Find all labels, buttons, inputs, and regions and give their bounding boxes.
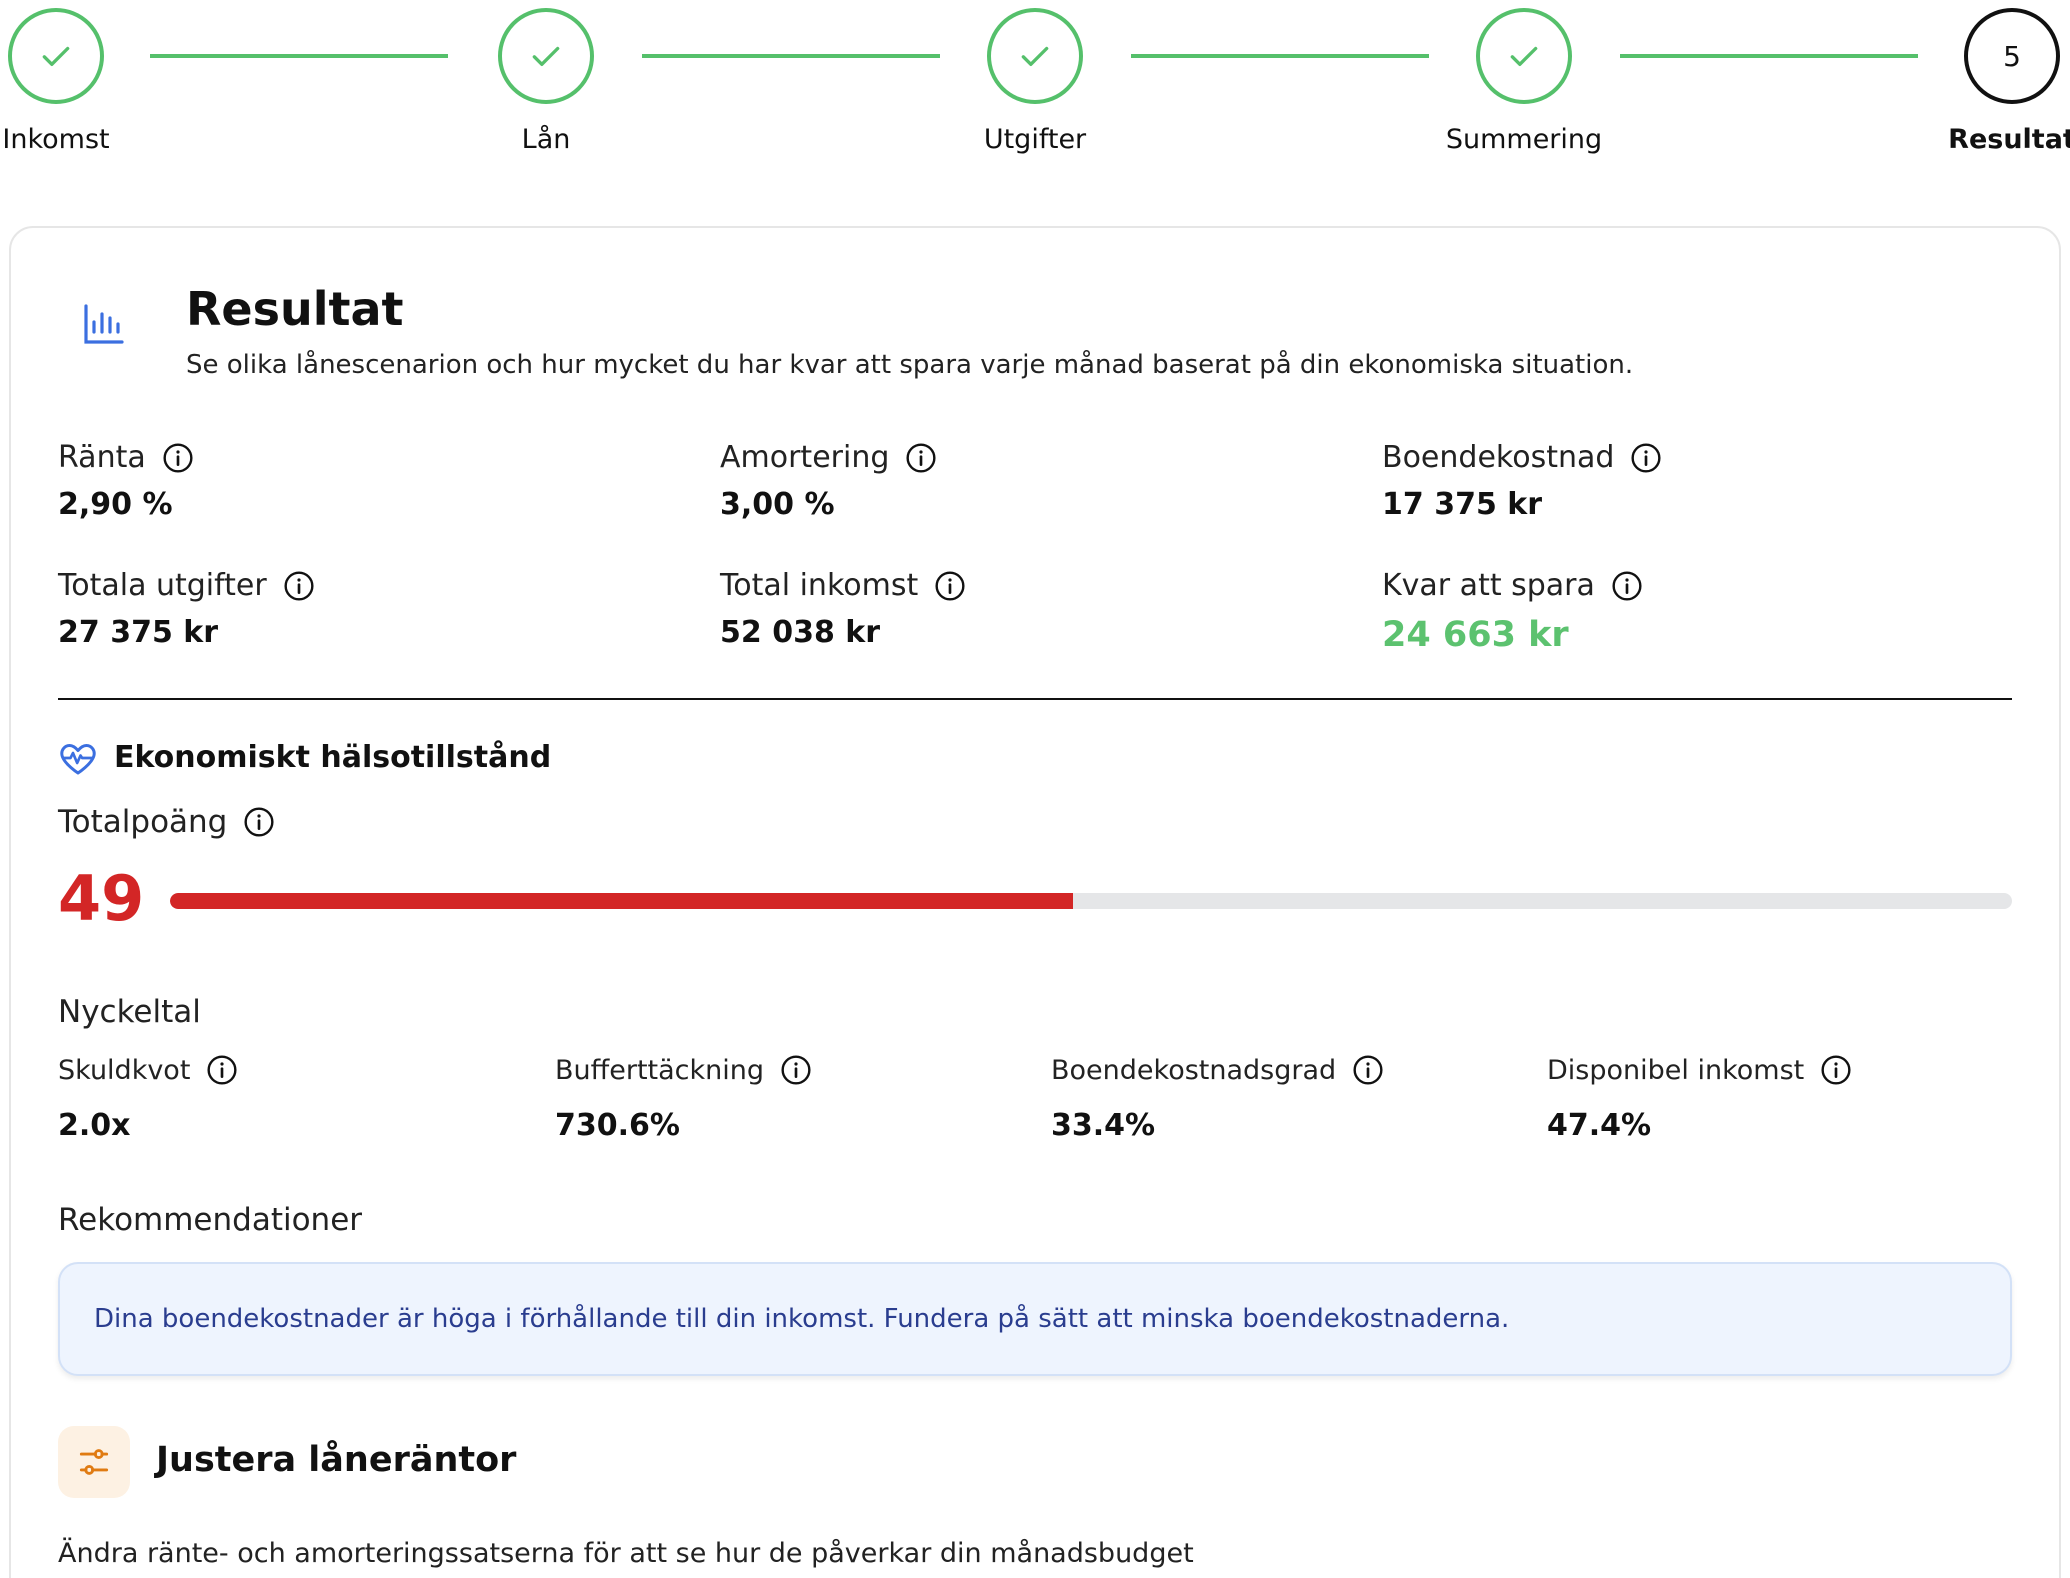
kpi-bufferttackning: Bufferttäckning 730.6% xyxy=(555,1054,812,1143)
metric-label: Boendekostnad xyxy=(1382,440,1615,475)
metric-label: Total inkomst xyxy=(720,568,919,603)
kpi-skuldkvot: Skuldkvot 2.0x xyxy=(58,1054,238,1143)
info-icon[interactable] xyxy=(934,570,966,602)
metric-label: Kvar att spara xyxy=(1382,568,1595,603)
check-icon xyxy=(42,46,70,67)
step-label-utgifter: Utgifter xyxy=(983,124,1087,155)
info-icon[interactable] xyxy=(1820,1054,1852,1086)
score-progress-fill xyxy=(170,893,1073,909)
kpi-value: 33.4% xyxy=(1051,1108,1156,1143)
metric-value: 52 038 kr xyxy=(720,615,881,650)
heart-pulse-icon xyxy=(60,744,96,775)
kpi-disponibel-inkomst: Disponibel inkomst 47.4% xyxy=(1547,1054,1852,1143)
info-icon[interactable] xyxy=(283,570,315,602)
score-progress-bar xyxy=(170,893,2012,909)
step-connector xyxy=(1131,54,1429,58)
total-score-label-text: Totalpoäng xyxy=(58,804,228,840)
recommendations-title: Rekommendationer xyxy=(58,1202,363,1238)
adjust-rates-title: Justera låneräntor xyxy=(156,1440,517,1480)
kpi-value: 2.0x xyxy=(58,1108,131,1143)
info-icon[interactable] xyxy=(243,806,275,838)
page-title: Resultat xyxy=(186,282,404,336)
page-subtitle: Se olika lånescenarion och hur mycket du… xyxy=(186,350,1634,380)
bar-chart-icon xyxy=(84,304,124,344)
info-icon[interactable] xyxy=(162,442,194,474)
metric-amortering: Amortering 3,00 % xyxy=(720,440,937,522)
check-icon xyxy=(532,46,560,67)
metric-value: 2,90 % xyxy=(58,487,173,522)
kpi-label: Boendekostnadsgrad xyxy=(1051,1054,1337,1086)
progress-stepper: Inkomst Lån Utgifter Summering 5 Resulta… xyxy=(0,0,2070,170)
step-number: 5 xyxy=(2003,39,2021,73)
info-icon[interactable] xyxy=(206,1054,238,1086)
metric-total-inkomst: Total inkomst 52 038 kr xyxy=(720,568,966,650)
step-label-inkomst: Inkomst xyxy=(2,124,110,155)
kpi-label: Skuldkvot xyxy=(58,1054,191,1086)
kpi-boendekostnadsgrad: Boendekostnadsgrad 33.4% xyxy=(1051,1054,1384,1143)
step-connector xyxy=(642,54,940,58)
total-score-value: 49 xyxy=(58,862,145,935)
step-resultat-circle[interactable]: 5 xyxy=(1964,8,2060,104)
metric-value: 27 375 kr xyxy=(58,615,219,650)
sliders-icon xyxy=(79,1449,109,1475)
step-label-summering: Summering xyxy=(1445,124,1603,155)
recommendation-alert: Dina boendekostnader är höga i förhållan… xyxy=(58,1262,2012,1376)
step-inkomst-circle[interactable] xyxy=(8,8,104,104)
recommendation-text: Dina boendekostnader är höga i förhållan… xyxy=(94,1304,1510,1334)
metric-label: Totala utgifter xyxy=(58,568,267,603)
step-lan-circle[interactable] xyxy=(498,8,594,104)
metric-kvar-att-spara: Kvar att spara 24 663 kr xyxy=(1382,568,1643,655)
kpi-value: 730.6% xyxy=(555,1108,680,1143)
metric-label: Ränta xyxy=(58,440,146,475)
metric-value: 17 375 kr xyxy=(1382,487,1543,522)
info-icon[interactable] xyxy=(780,1054,812,1086)
kpi-label: Bufferttäckning xyxy=(555,1054,765,1086)
metric-totala-utgifter: Totala utgifter 27 375 kr xyxy=(58,568,315,650)
kpi-label: Disponibel inkomst xyxy=(1547,1054,1805,1086)
check-icon xyxy=(1510,46,1538,67)
metric-ranta: Ränta 2,90 % xyxy=(58,440,194,522)
info-icon[interactable] xyxy=(1611,570,1643,602)
info-icon[interactable] xyxy=(905,442,937,474)
metric-value: 3,00 % xyxy=(720,487,835,522)
kpi-value: 47.4% xyxy=(1547,1108,1652,1143)
health-title: Ekonomiskt hälsotillstånd xyxy=(114,740,552,775)
step-connector xyxy=(150,54,448,58)
step-label-resultat: Resultat xyxy=(1948,124,2070,155)
sliders-icon-badge xyxy=(58,1426,130,1498)
info-icon[interactable] xyxy=(1630,442,1662,474)
step-utgifter-circle[interactable] xyxy=(987,8,1083,104)
info-icon[interactable] xyxy=(1352,1054,1384,1086)
metric-label: Amortering xyxy=(720,440,890,475)
kpi-section-title: Nyckeltal xyxy=(58,994,201,1030)
divider xyxy=(58,698,2012,700)
metric-value-highlight: 24 663 kr xyxy=(1382,615,1569,655)
metric-boendekostnad: Boendekostnad 17 375 kr xyxy=(1382,440,1662,522)
step-connector xyxy=(1620,54,1918,58)
total-score-label: Totalpoäng xyxy=(58,804,275,840)
step-label-lan: Lån xyxy=(521,124,571,155)
step-summering-circle[interactable] xyxy=(1476,8,1572,104)
check-icon xyxy=(1021,46,1049,67)
adjust-rates-subtitle: Ändra ränte- och amorteringssatserna för… xyxy=(58,1538,1194,1569)
